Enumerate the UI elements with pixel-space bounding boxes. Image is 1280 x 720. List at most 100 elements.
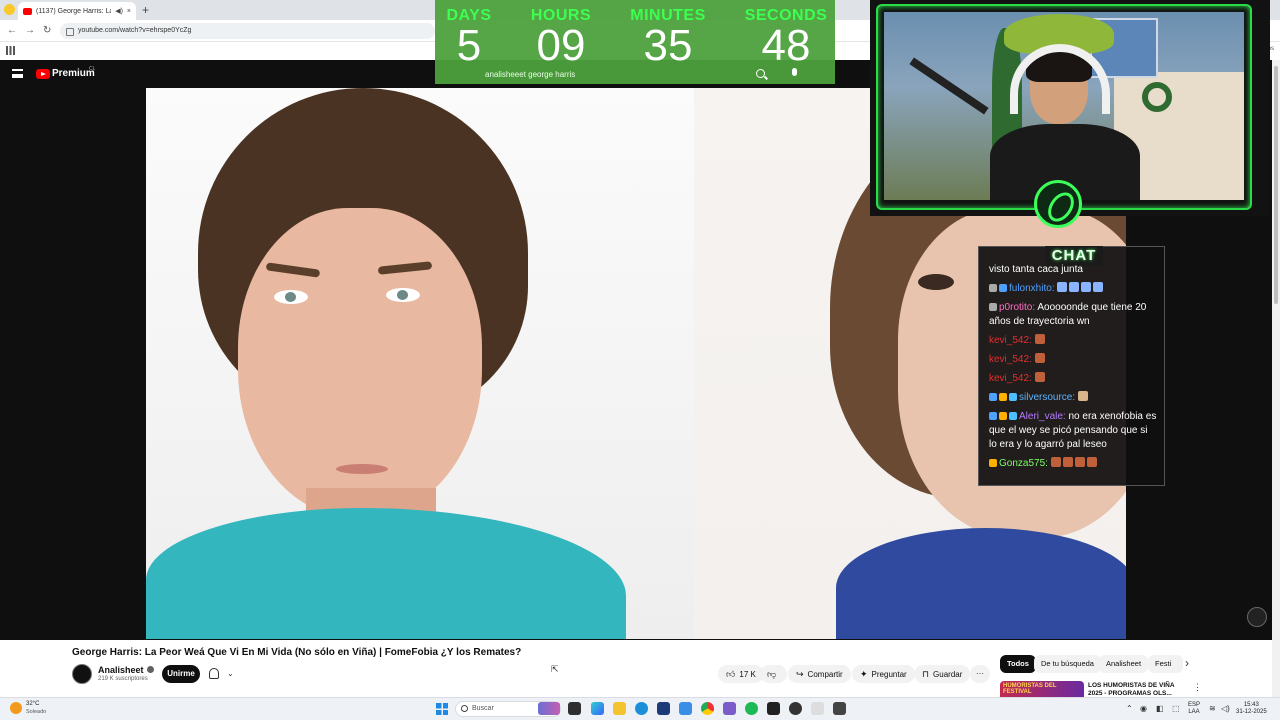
second-person-shirt bbox=[836, 528, 1126, 639]
channel-watermark-icon[interactable] bbox=[1247, 607, 1267, 627]
countdown-minutes: MINUTES 35 bbox=[618, 7, 718, 70]
obs-icon[interactable] bbox=[789, 702, 802, 715]
taskbar: 32°C Soleado Buscar ⌃ ◉ ◧ ⬚ ESP LAA ≋ ◁)… bbox=[0, 697, 1280, 720]
bell-icon[interactable] bbox=[209, 668, 219, 679]
sparkle-icon: ✦ bbox=[860, 669, 868, 679]
share-label: Compartir bbox=[807, 670, 843, 679]
countdown-value: 5 bbox=[456, 21, 482, 70]
channel-name-text[interactable]: Analisheet bbox=[98, 665, 144, 675]
channel-avatar[interactable] bbox=[72, 664, 92, 684]
countdown-hours: HOURS 09 bbox=[511, 7, 611, 70]
profile-icon[interactable] bbox=[4, 4, 15, 15]
chat-message: visto tanta caca junta bbox=[989, 263, 1157, 277]
microphone-icon[interactable] bbox=[792, 68, 797, 76]
chat-message: silversource: bbox=[989, 391, 1157, 405]
edge-icon[interactable] bbox=[635, 702, 648, 715]
chat-overlay: CHAT visto tanta caca junta fulonxhito: … bbox=[978, 246, 1165, 486]
reload-icon[interactable]: ↻ bbox=[43, 24, 51, 38]
emote-icon bbox=[1062, 457, 1073, 467]
emote-icon bbox=[1074, 457, 1085, 467]
emote-icon bbox=[1086, 457, 1097, 467]
wifi-icon[interactable]: ≋ bbox=[1209, 704, 1216, 713]
store-icon[interactable] bbox=[657, 702, 670, 715]
language-indicator[interactable]: ESP LAA bbox=[1188, 702, 1200, 716]
mail-icon[interactable] bbox=[679, 702, 692, 715]
new-tab-button[interactable]: + bbox=[142, 3, 149, 17]
join-button[interactable]: Unirme bbox=[162, 665, 200, 683]
youtube-logo-icon[interactable] bbox=[36, 69, 50, 79]
volume-icon[interactable]: ◁) bbox=[1221, 704, 1230, 713]
chevron-up-icon[interactable]: ⌃ bbox=[1126, 704, 1133, 713]
terminal-icon[interactable] bbox=[767, 702, 780, 715]
emote-icon bbox=[1081, 282, 1092, 292]
badge-icon bbox=[989, 393, 997, 401]
weather-desc: Soleado bbox=[26, 709, 47, 715]
ask-label: Preguntar bbox=[871, 670, 907, 679]
file-explorer-icon[interactable] bbox=[613, 702, 626, 715]
forward-icon[interactable]: → bbox=[25, 24, 35, 38]
emote-icon bbox=[1050, 457, 1061, 467]
ask-button[interactable]: ✦ Preguntar bbox=[852, 665, 915, 683]
badge-icon bbox=[989, 303, 997, 311]
badge-icon bbox=[989, 412, 997, 420]
url-input[interactable]: youtube.com/watch?v=ehrspe0YcZg bbox=[60, 23, 435, 39]
recommendation-title[interactable]: LOS HUMORISTAS DE VIÑA 2025 - PROGRAMAS … bbox=[1088, 682, 1184, 698]
more-vert-icon[interactable]: ⋮ bbox=[1193, 682, 1202, 693]
task-view-icon[interactable] bbox=[568, 702, 581, 715]
channel-name[interactable]: Analisheet bbox=[98, 665, 154, 675]
chrome-icon[interactable] bbox=[701, 702, 714, 715]
share-button[interactable]: ↪ Compartir bbox=[788, 665, 851, 683]
app-icon[interactable] bbox=[811, 702, 824, 715]
like-button[interactable]: 👍︎ 17 K bbox=[718, 665, 764, 683]
mouse-cursor-icon: ⇱ bbox=[551, 664, 559, 674]
webcam-frame bbox=[876, 4, 1252, 210]
weather-icon[interactable] bbox=[10, 702, 22, 714]
spotify-icon[interactable] bbox=[745, 702, 758, 715]
browser-tab[interactable]: (1137) George Harris: La Peo ◀) × bbox=[18, 2, 136, 20]
tray-icon[interactable]: ◉ bbox=[1140, 704, 1147, 713]
widgets-icon[interactable] bbox=[538, 702, 560, 715]
tray-icon[interactable]: ◧ bbox=[1156, 704, 1164, 713]
chip-channel[interactable]: Analisheet bbox=[1099, 655, 1149, 673]
app-icon[interactable] bbox=[833, 702, 846, 715]
scrollbar-thumb[interactable] bbox=[1274, 66, 1278, 304]
countdown-value: 35 bbox=[643, 21, 693, 70]
dislike-button[interactable]: 👎︎ bbox=[760, 665, 788, 683]
clock-time: 15:43 bbox=[1243, 702, 1259, 708]
clock[interactable]: 15:43 31-12-2025 bbox=[1236, 702, 1267, 716]
chevron-down-icon[interactable]: ⌄ bbox=[227, 669, 234, 678]
save-button[interactable]: ⊓ Guardar bbox=[914, 665, 971, 683]
chat-username: Gonza575 bbox=[999, 458, 1046, 469]
chevron-right-icon[interactable]: › bbox=[1185, 656, 1189, 670]
thumb-down-icon: 👎︎ bbox=[767, 669, 777, 679]
streamer-logo-icon bbox=[1034, 180, 1082, 228]
apps-icon[interactable] bbox=[6, 46, 15, 55]
menu-icon[interactable] bbox=[12, 69, 23, 78]
subscriber-count: 219 K suscriptores bbox=[98, 676, 148, 682]
chat-username: silversource bbox=[1019, 392, 1073, 403]
search-icon[interactable] bbox=[756, 69, 765, 78]
tray-icon[interactable]: ⬚ bbox=[1172, 704, 1180, 713]
countdown-value: 09 bbox=[536, 21, 586, 70]
chip-from-search[interactable]: De tu búsqueda bbox=[1034, 655, 1101, 673]
badge-icon bbox=[1009, 412, 1017, 420]
emote-icon bbox=[1069, 282, 1080, 292]
chat-username: kevi_542 bbox=[989, 335, 1030, 346]
youtube-search-input[interactable]: analisheeet george harris bbox=[485, 70, 575, 79]
chat-message: kevi_542: bbox=[989, 353, 1157, 367]
chip-festival[interactable]: Festi bbox=[1148, 655, 1183, 673]
windows-start-icon[interactable] bbox=[436, 703, 448, 715]
region-code: CL bbox=[89, 66, 96, 72]
tab-close-icon[interactable]: × bbox=[127, 8, 131, 15]
recommendation-thumbnail[interactable]: HUMORISTAS DEL FESTIVAL bbox=[1000, 681, 1084, 697]
more-actions-button[interactable]: ··· bbox=[970, 665, 990, 683]
emote-icon bbox=[1093, 282, 1104, 292]
app-icon[interactable] bbox=[723, 702, 736, 715]
back-icon[interactable]: ← bbox=[7, 24, 17, 38]
tab-audio-icon[interactable]: ◀) bbox=[115, 7, 123, 15]
copilot-icon[interactable] bbox=[591, 702, 604, 715]
chip-all[interactable]: Todos bbox=[1000, 655, 1036, 673]
share-icon: ↪ bbox=[796, 669, 804, 679]
badge-icon bbox=[999, 393, 1007, 401]
chat-username: kevi_542 bbox=[989, 354, 1030, 365]
